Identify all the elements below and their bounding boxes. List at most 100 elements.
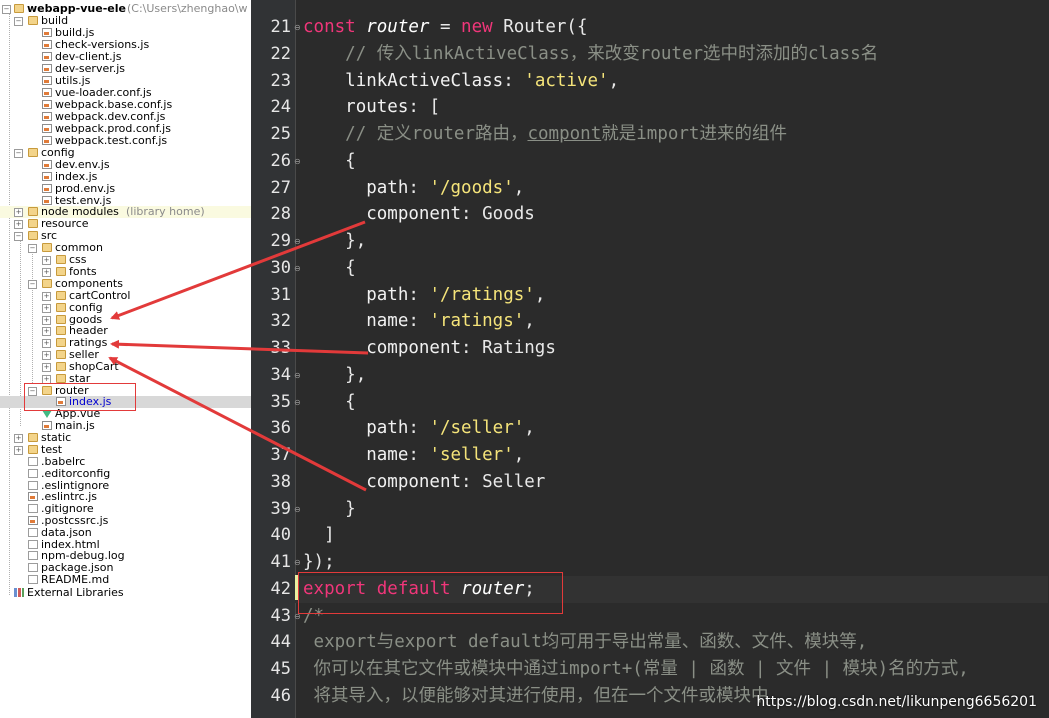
expand-icon[interactable]: + bbox=[42, 374, 51, 384]
folder-icon bbox=[28, 148, 38, 157]
fold-icon[interactable]: ⊖ bbox=[294, 505, 302, 514]
js-file-icon bbox=[42, 76, 52, 85]
expand-icon[interactable]: + bbox=[14, 208, 23, 217]
code-line[interactable]: }, bbox=[303, 362, 366, 389]
file-label: star bbox=[69, 371, 91, 385]
expand-icon[interactable]: + bbox=[14, 434, 23, 443]
code-line[interactable]: }, bbox=[303, 228, 366, 255]
collapse-icon[interactable]: − bbox=[14, 149, 23, 158]
keyword: export bbox=[303, 578, 377, 599]
folder-icon bbox=[42, 386, 52, 395]
collapse-icon[interactable]: − bbox=[28, 244, 37, 253]
code-line[interactable]: linkActiveClass: 'active', bbox=[303, 68, 619, 95]
collapse-icon[interactable]: − bbox=[28, 280, 37, 289]
fold-icon[interactable]: ⊖ bbox=[294, 371, 302, 380]
expand-icon[interactable]: + bbox=[42, 292, 51, 301]
file-label: README.md bbox=[41, 573, 110, 586]
code-editor[interactable]: 21 22 23 24 25 26 27 28 29 30 31 32 33 34 35 36 37 38 39 40… bbox=[251, 0, 1049, 718]
collapse-icon[interactable]: − bbox=[14, 232, 23, 241]
folder-icon bbox=[56, 291, 66, 300]
comment: 你可以在其它文件或模块中通过import+(常量 | 函数 | 文件 | 模块)… bbox=[313, 659, 969, 679]
code-line[interactable]: name: 'seller', bbox=[303, 442, 524, 469]
code-line[interactable]: // 定义router路由，compont就是import进来的组件 bbox=[303, 121, 787, 148]
punct: : [ bbox=[408, 97, 440, 118]
expand-icon[interactable]: + bbox=[14, 446, 23, 455]
code-line[interactable]: 你可以在其它文件或模块中通过import+(常量 | 函数 | 文件 | 模块)… bbox=[303, 656, 969, 683]
expand-icon[interactable]: + bbox=[42, 351, 51, 360]
line-number: 38 bbox=[270, 471, 291, 492]
expand-icon[interactable]: + bbox=[42, 339, 51, 349]
tree-file-router-index[interactable]: index.js bbox=[0, 396, 251, 408]
code-line[interactable]: }); bbox=[303, 549, 335, 576]
code-line[interactable]: 将其导入，以便能够对其进行使用，但在一个文件或模块中 bbox=[303, 683, 769, 710]
js-file-icon bbox=[42, 88, 52, 97]
expand-icon[interactable]: + bbox=[42, 268, 51, 277]
code-line[interactable]: component: Ratings bbox=[303, 335, 556, 362]
expand-icon[interactable]: + bbox=[42, 362, 51, 372]
collapse-icon[interactable]: − bbox=[28, 387, 37, 396]
js-file-icon bbox=[42, 172, 52, 181]
file-icon bbox=[28, 468, 38, 478]
expand-icon[interactable]: + bbox=[42, 315, 51, 325]
folder-icon bbox=[56, 255, 66, 264]
code-line[interactable]: const router = new Router({ bbox=[303, 14, 588, 41]
expand-icon[interactable]: + bbox=[42, 303, 51, 313]
code-line[interactable]: name: 'ratings', bbox=[303, 308, 535, 335]
fold-icon[interactable]: ⊖ bbox=[294, 398, 302, 407]
code-line[interactable]: { bbox=[303, 389, 356, 416]
line-number: 35 bbox=[270, 391, 291, 412]
code-line[interactable]: export default router; bbox=[295, 575, 1048, 603]
identifier: Router({ bbox=[503, 17, 588, 37]
code-line[interactable]: { bbox=[303, 255, 356, 282]
line-number: 33 bbox=[270, 338, 291, 358]
code-line[interactable]: path: '/goods', bbox=[303, 175, 524, 202]
js-file-icon bbox=[28, 516, 38, 525]
punct: , bbox=[524, 311, 535, 332]
code-line[interactable]: { bbox=[303, 148, 356, 175]
folder-icon bbox=[56, 350, 66, 359]
code-line[interactable]: path: '/seller', bbox=[303, 415, 535, 442]
code-line[interactable]: component: Goods bbox=[303, 201, 535, 228]
expand-icon[interactable]: + bbox=[14, 220, 23, 229]
code-line[interactable]: // 传入linkActiveClass，来改变router选中时添加的clas… bbox=[303, 41, 878, 68]
fold-icon[interactable]: ⊖ bbox=[294, 24, 302, 32]
code-line[interactable]: component: Seller bbox=[303, 469, 545, 496]
library-home-hint: (library home) bbox=[126, 205, 205, 218]
fold-icon[interactable]: ⊖ bbox=[294, 264, 302, 273]
file-label: .editorconfig bbox=[41, 466, 111, 480]
expand-icon[interactable]: + bbox=[42, 256, 51, 265]
fold-icon[interactable]: ⊖ bbox=[294, 157, 302, 166]
js-file-icon bbox=[42, 160, 52, 169]
collapse-icon[interactable]: − bbox=[14, 17, 23, 26]
expand-icon[interactable]: + bbox=[42, 327, 51, 337]
fold-icon[interactable]: ⊖ bbox=[294, 612, 302, 621]
text-caret bbox=[295, 575, 298, 600]
folder-icon bbox=[28, 16, 38, 25]
code-line[interactable]: /* bbox=[303, 603, 324, 630]
code-line[interactable]: } bbox=[303, 496, 356, 523]
collapse-icon[interactable]: − bbox=[2, 5, 11, 14]
property-key: linkActiveClass bbox=[345, 70, 504, 91]
folder-icon bbox=[28, 219, 38, 228]
code-line[interactable]: routes: [ bbox=[303, 94, 440, 121]
folder-icon bbox=[56, 361, 66, 371]
folder-icon bbox=[28, 207, 38, 216]
keyword: default bbox=[376, 578, 462, 599]
fold-icon[interactable]: ⊖ bbox=[294, 238, 302, 246]
js-file-icon bbox=[42, 52, 52, 61]
line-number: 43 bbox=[270, 605, 291, 626]
fold-icon[interactable]: ⊖ bbox=[294, 559, 302, 567]
code-line[interactable]: path: '/ratings', bbox=[303, 282, 545, 309]
string-literal: 'active' bbox=[524, 70, 609, 91]
punct: ] bbox=[324, 525, 335, 546]
punct: }, bbox=[345, 364, 367, 385]
code-line[interactable]: ] bbox=[303, 522, 335, 549]
code-line[interactable]: export与export default均可用于导出常量、函数、文件、模块等, bbox=[303, 629, 868, 656]
watermark: https://blog.csdn.net/likunpeng6656201 bbox=[756, 694, 1037, 710]
